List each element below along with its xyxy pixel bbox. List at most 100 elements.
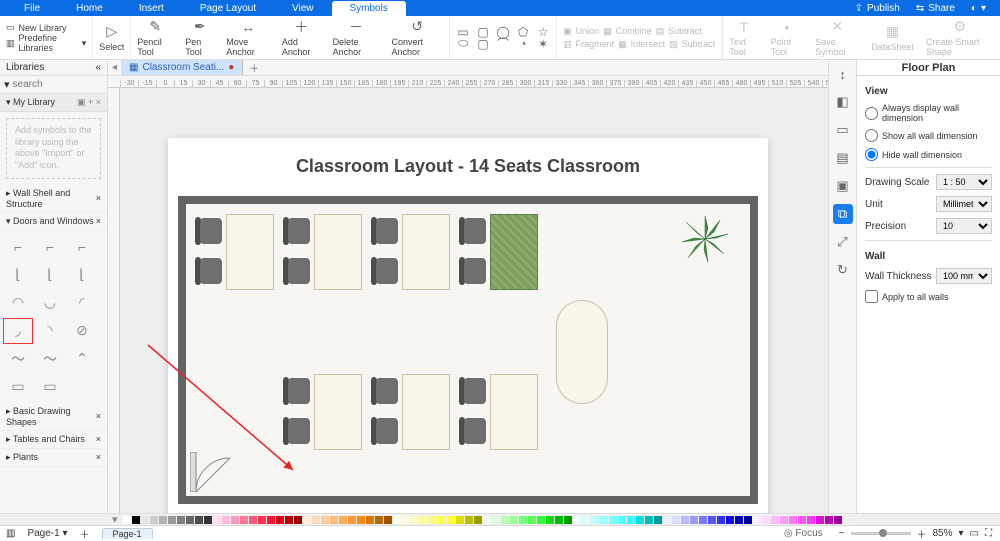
color-swatch[interactable]	[555, 516, 563, 524]
color-swatch[interactable]	[690, 516, 698, 524]
color-swatch[interactable]	[645, 516, 653, 524]
desk-5[interactable]	[282, 372, 364, 452]
symbol-door-13[interactable]: 〜	[36, 347, 64, 371]
symbol-door-12[interactable]: 〜	[4, 347, 32, 371]
symbol-door-6[interactable]: ⌊	[68, 263, 96, 287]
fragment-tool[interactable]: ▥Fragment	[563, 39, 614, 50]
search-caret-icon[interactable]: ▾	[4, 78, 10, 91]
color-swatch[interactable]	[474, 516, 482, 524]
color-swatch[interactable]	[195, 516, 203, 524]
unit-select[interactable]: Millimet...	[936, 196, 992, 212]
color-swatch[interactable]	[600, 516, 608, 524]
new-library-button[interactable]: ▭New Library	[6, 22, 86, 33]
color-swatch[interactable]	[420, 516, 428, 524]
color-swatch[interactable]	[492, 516, 500, 524]
color-swatch[interactable]	[258, 516, 266, 524]
color-swatch[interactable]	[663, 516, 671, 524]
symbol-door-14[interactable]: ⌃	[68, 347, 96, 371]
color-swatch[interactable]	[213, 516, 221, 524]
wall-thickness-select[interactable]: 100 mm	[936, 268, 992, 284]
color-swatch[interactable]	[249, 516, 257, 524]
color-swatch[interactable]	[789, 516, 797, 524]
zoom-in[interactable]: ＋	[917, 526, 927, 541]
color-swatch[interactable]	[483, 516, 491, 524]
color-swatch[interactable]	[141, 516, 149, 524]
vt-layers[interactable]: ▤	[833, 148, 853, 168]
zoom-value[interactable]: 85%	[933, 528, 953, 539]
point-tool[interactable]: •Point Tool	[765, 16, 810, 59]
page[interactable]: Classroom Layout - 14 Seats Classroom	[168, 138, 768, 513]
vt-expand[interactable]: ⤢	[833, 232, 853, 252]
precision-select[interactable]: 10	[936, 218, 992, 234]
document-tab[interactable]: ▦Classroom Seati...●	[121, 60, 243, 75]
zoom-slider[interactable]	[851, 532, 911, 535]
symbol-door-5[interactable]: ⌊	[36, 263, 64, 287]
my-library-header[interactable]: ▾ My Library▣ + ×	[0, 94, 107, 112]
color-swatch[interactable]	[366, 516, 374, 524]
color-swatch[interactable]	[186, 516, 194, 524]
page-tab[interactable]: Page-1	[102, 528, 153, 539]
chevron-down-icon[interactable]: ▾	[62, 528, 67, 539]
door[interactable]	[190, 452, 230, 492]
section-doors[interactable]: ▾ Doors and Windows×	[0, 213, 107, 231]
color-swatch[interactable]	[798, 516, 806, 524]
vt-page[interactable]: ▭	[833, 120, 853, 140]
symbol-door-3[interactable]: ⌐	[68, 235, 96, 259]
room-outline[interactable]	[178, 196, 758, 504]
zoom-out[interactable]: −	[839, 528, 845, 539]
oval-table[interactable]	[556, 300, 608, 404]
delete-anchor-tool[interactable]: －Delete Anchor	[327, 16, 386, 59]
menu-page-layout[interactable]: Page Layout	[182, 1, 274, 16]
color-swatch[interactable]	[807, 516, 815, 524]
symbol-door-8[interactable]: ◡	[36, 291, 64, 315]
vt-theme[interactable]: ◧	[833, 92, 853, 112]
smart-shape-tool[interactable]: ⚙Create Smart Shape	[920, 16, 1000, 59]
symbol-door-10[interactable]: ◝	[36, 319, 64, 343]
share-button[interactable]: ⇆Share	[908, 3, 963, 14]
subtract-tool[interactable]: ▤Subtract	[656, 26, 702, 37]
chevron-down-icon[interactable]: ▾	[959, 528, 964, 539]
convert-anchor-tool[interactable]: ↺Convert Anchor	[386, 16, 450, 59]
color-swatch[interactable]	[591, 516, 599, 524]
desk-7[interactable]	[458, 372, 540, 452]
color-swatch[interactable]	[294, 516, 302, 524]
desk-1[interactable]	[194, 212, 276, 292]
add-tab-button[interactable]: ＋	[243, 60, 265, 75]
color-swatch[interactable]	[123, 516, 131, 524]
color-swatch[interactable]	[816, 516, 824, 524]
vt-image[interactable]: ▣	[833, 176, 853, 196]
symbol-door-9[interactable]: ◜	[68, 291, 96, 315]
page-select[interactable]: Page-1	[27, 528, 59, 539]
add-anchor-tool[interactable]: ＋Add Anchor	[276, 16, 327, 59]
vt-cursor[interactable]: ↕	[833, 64, 853, 84]
intersect-tool[interactable]: ▩Intersect	[618, 39, 665, 50]
add-page-button[interactable]: ＋	[74, 526, 96, 541]
opt-always[interactable]: Always display wall dimension	[865, 103, 992, 123]
color-swatch[interactable]	[357, 516, 365, 524]
color-swatch[interactable]	[393, 516, 401, 524]
color-swatch[interactable]	[285, 516, 293, 524]
color-swatch[interactable]	[231, 516, 239, 524]
pen-tool[interactable]: ✒Pen Tool	[179, 16, 220, 59]
chair[interactable]	[194, 254, 224, 288]
color-swatch[interactable]	[780, 516, 788, 524]
move-anchor-tool[interactable]: ↔Move Anchor	[220, 16, 276, 59]
color-swatch[interactable]	[627, 516, 635, 524]
color-swatch[interactable]	[573, 516, 581, 524]
symbol-door-7[interactable]: ◠	[4, 291, 32, 315]
text-tool[interactable]: TText Tool	[723, 16, 764, 59]
shape-pie[interactable]: ◔	[516, 38, 530, 50]
color-swatch[interactable]	[375, 516, 383, 524]
symbol-door-selected[interactable]: ◞	[4, 319, 32, 343]
tab-back-icon[interactable]: ◂	[108, 62, 121, 73]
desk-4[interactable]	[458, 212, 540, 292]
color-swatch[interactable]	[582, 516, 590, 524]
vt-floorplan[interactable]: ⧉	[833, 204, 853, 224]
color-swatch[interactable]	[411, 516, 419, 524]
shape-rrect2[interactable]: ▢	[476, 38, 490, 50]
color-swatch[interactable]	[321, 516, 329, 524]
color-swatch[interactable]	[528, 516, 536, 524]
color-swatch[interactable]	[825, 516, 833, 524]
menu-home[interactable]: Home	[58, 1, 121, 16]
drawing-scale-select[interactable]: 1 : 50	[936, 174, 992, 190]
